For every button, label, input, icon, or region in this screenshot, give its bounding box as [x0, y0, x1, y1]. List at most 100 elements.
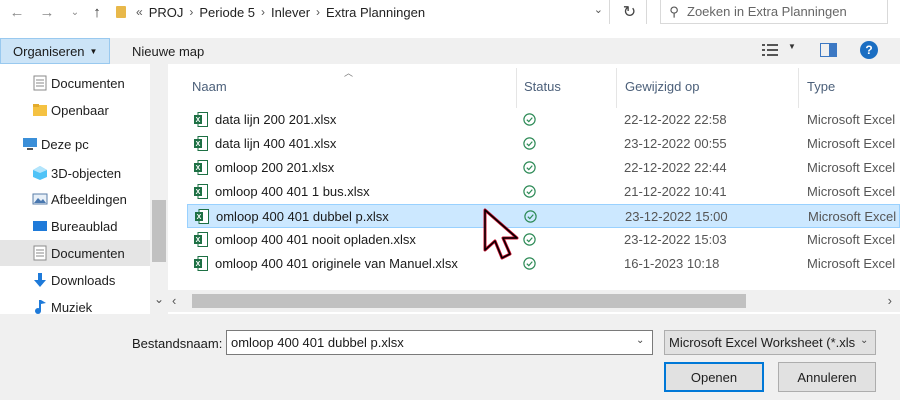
nav-item-downloads[interactable]: Downloads	[0, 267, 150, 293]
breadcrumb-separator-icon[interactable]: ›	[259, 5, 267, 19]
file-modified: 23-12-2022 00:55	[624, 136, 727, 151]
svg-text:X: X	[196, 261, 201, 268]
file-row-selected[interactable]: Xomloop 400 401 dubbel p.xlsx 23-12-2022 …	[187, 204, 900, 228]
nav-item-desktop[interactable]: Bureaublad	[0, 213, 150, 239]
column-header-modified[interactable]: Gewijzigd op	[625, 64, 699, 108]
column-divider[interactable]	[798, 68, 799, 108]
nav-item-documents[interactable]: Documenten	[0, 70, 150, 96]
scroll-down-chevron-icon[interactable]: ⌄	[150, 292, 168, 306]
help-icon[interactable]: ?	[860, 41, 878, 59]
file-name[interactable]: omloop 400 401 1 bus.xlsx	[215, 184, 370, 199]
breadcrumb-periode[interactable]: Periode 5	[195, 5, 259, 20]
open-button[interactable]: Openen	[664, 362, 764, 392]
breadcrumb-separator-icon[interactable]: ›	[187, 5, 195, 19]
address-row: ← → ⌄ ↑ « PROJ › Periode 5 › Inlever › E…	[0, 0, 900, 38]
breadcrumb-extra-planningen[interactable]: Extra Planningen	[322, 5, 429, 20]
column-divider[interactable]	[616, 68, 617, 108]
address-bar[interactable]: « PROJ › Periode 5 › Inlever › Extra Pla…	[110, 0, 610, 24]
svg-text:X: X	[196, 117, 201, 124]
excel-file-icon: X	[194, 184, 208, 199]
file-modified: 22-12-2022 22:58	[624, 112, 727, 127]
address-dropdown-chevron-icon[interactable]: ⌄	[594, 3, 603, 16]
file-modified: 22-12-2022 22:44	[624, 160, 727, 175]
svg-text:X: X	[196, 165, 201, 172]
nav-item-documents-selected[interactable]: Documenten	[0, 240, 150, 266]
file-name[interactable]: omloop 200 201.xlsx	[215, 160, 334, 175]
nav-item-label: Bureaublad	[51, 218, 118, 234]
file-name[interactable]: omloop 400 401 originele van Manuel.xlsx	[215, 256, 458, 271]
dialog-footer: Bestandsnaam: ⌄ Microsoft Excel Workshee…	[0, 314, 900, 400]
refresh-icon[interactable]: ↻	[613, 0, 647, 24]
nav-scrollbar[interactable]	[150, 64, 168, 314]
sync-status-check-icon	[523, 113, 536, 126]
file-modified: 23-12-2022 15:00	[625, 209, 728, 224]
file-row[interactable]: Xomloop 400 401 1 bus.xlsx 21-12-2022 10:…	[187, 180, 900, 204]
file-row[interactable]: Xomloop 200 201.xlsx 22-12-2022 22:44 Micr…	[187, 156, 900, 180]
file-list: ︿ Naam Status Gewijzigd op Type Xdata li…	[168, 64, 900, 314]
file-name[interactable]: data lijn 400 401.xlsx	[215, 136, 336, 151]
music-icon	[35, 300, 46, 314]
cancel-button[interactable]: Annuleren	[778, 362, 876, 392]
file-name[interactable]: omloop 400 401 dubbel p.xlsx	[216, 209, 389, 224]
up-arrow-icon[interactable]: ↑	[86, 0, 108, 24]
breadcrumb-proj[interactable]: PROJ	[145, 5, 188, 20]
horizontal-scrollbar[interactable]: ‹ ›	[168, 290, 900, 312]
filetype-dropdown-chevron-icon[interactable]: ⌄	[860, 335, 868, 346]
breadcrumb-separator-icon[interactable]: ›	[314, 5, 322, 19]
sync-status-check-icon	[523, 257, 536, 270]
column-header-name[interactable]: Naam	[192, 64, 227, 108]
view-dropdown-caret-icon[interactable]: ▼	[788, 42, 796, 51]
nav-item-label: Afbeeldingen	[51, 191, 127, 207]
search-box[interactable]: ⚲ Zoeken in Extra Planningen	[660, 0, 888, 24]
recent-locations-chevron-icon[interactable]: ⌄	[64, 0, 86, 24]
file-row[interactable]: Xdata lijn 200 201.xlsx 22-12-2022 22:58 M…	[187, 108, 900, 132]
column-header-type[interactable]: Type	[807, 64, 835, 108]
breadcrumb-overflow[interactable]: «	[134, 5, 145, 19]
scroll-left-chevron-icon[interactable]: ‹	[172, 293, 176, 308]
nav-item-label: Deze pc	[41, 136, 89, 152]
svg-text:X: X	[196, 189, 201, 196]
svg-text:X: X	[196, 237, 201, 244]
file-type: Microsoft Excel	[807, 160, 896, 175]
nav-item-label: Documenten	[51, 245, 125, 261]
navigation-pane: Documenten Openbaar Deze pc 3D-objecten …	[0, 64, 168, 315]
nav-item-label: Documenten	[51, 75, 125, 91]
horizontal-scrollbar-thumb[interactable]	[192, 294, 746, 308]
file-type: Microsoft Excel	[808, 209, 897, 224]
file-name[interactable]: omloop 400 401 nooit opladen.xlsx	[215, 232, 416, 247]
preview-pane-icon[interactable]	[820, 43, 837, 57]
nav-item-3d-objects[interactable]: 3D-objecten	[0, 160, 150, 186]
file-type: Microsoft Excel	[807, 232, 896, 247]
sync-status-check-icon	[523, 161, 536, 174]
filetype-select[interactable]: Microsoft Excel Worksheet (*.xls	[664, 330, 876, 355]
column-header-status[interactable]: Status	[524, 64, 561, 108]
forward-arrow-icon[interactable]: →	[36, 0, 58, 24]
file-row[interactable]: Xdata lijn 400 401.xlsx 23-12-2022 00:55 M…	[187, 132, 900, 156]
file-row[interactable]: Xomloop 400 401 originele van Manuel.xls…	[187, 252, 900, 276]
pictures-icon	[32, 193, 48, 205]
excel-file-icon: X	[194, 256, 208, 271]
file-row[interactable]: Xomloop 400 401 nooit opladen.xlsx 23-12-…	[187, 228, 900, 252]
nav-item-this-pc[interactable]: Deze pc	[0, 131, 150, 157]
organize-button[interactable]: Organiseren ▼	[0, 38, 110, 64]
excel-file-icon: X	[194, 232, 208, 247]
column-divider[interactable]	[516, 68, 517, 108]
breadcrumb-inlever[interactable]: Inlever	[267, 5, 314, 20]
view-options-icon[interactable]	[762, 43, 778, 57]
sync-status-check-icon	[523, 233, 536, 246]
scroll-right-chevron-icon[interactable]: ›	[888, 293, 892, 308]
nav-scrollbar-thumb[interactable]	[152, 200, 166, 262]
new-folder-button[interactable]: Nieuwe map	[120, 38, 216, 64]
nav-item-pictures[interactable]: Afbeeldingen	[0, 186, 150, 212]
sort-ascending-caret-icon: ︿	[344, 68, 354, 78]
back-arrow-icon[interactable]: ←	[6, 0, 28, 24]
file-type: Microsoft Excel	[807, 112, 896, 127]
file-type: Microsoft Excel	[807, 184, 896, 199]
file-name[interactable]: data lijn 200 201.xlsx	[215, 112, 336, 127]
filename-dropdown-chevron-icon[interactable]: ⌄	[636, 335, 644, 346]
filename-input[interactable]	[226, 330, 653, 355]
nav-item-label: 3D-objecten	[51, 165, 122, 181]
desktop-icon	[33, 221, 47, 231]
nav-item-public[interactable]: Openbaar	[0, 97, 150, 123]
this-pc-icon	[23, 138, 37, 150]
